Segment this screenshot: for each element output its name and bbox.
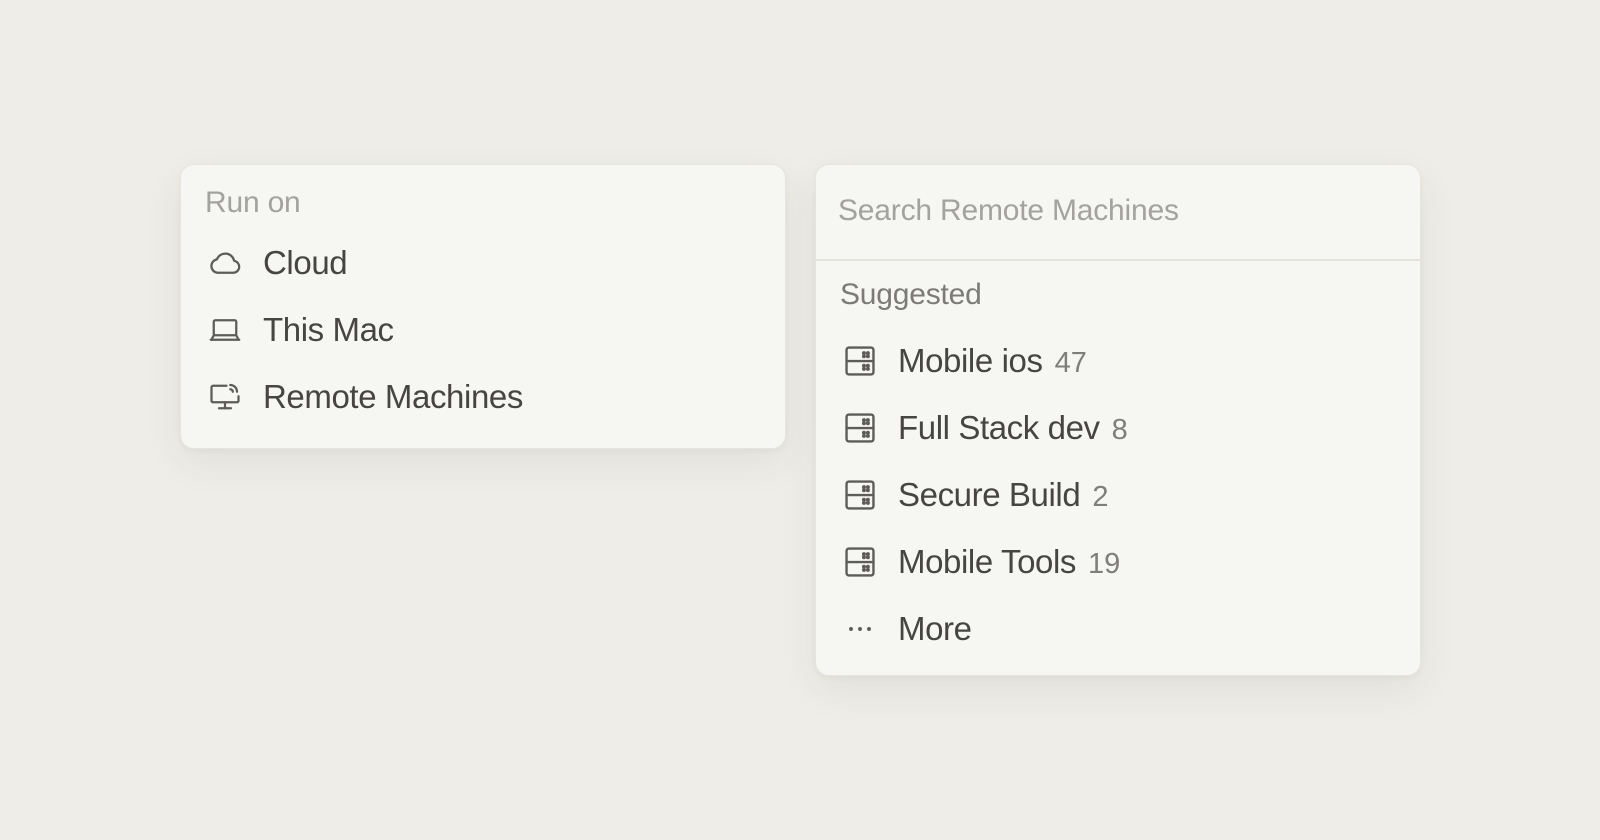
server-icon [840, 341, 880, 381]
machine-name: Mobile Tools [898, 543, 1077, 580]
run-on-menu: Run on Cloud This Mac Remote Machines [180, 164, 786, 449]
remote-machines-menu: Suggested Mobile ios 47 [815, 164, 1421, 676]
server-icon [840, 475, 880, 515]
suggested-header: Suggested [840, 278, 982, 311]
menu-item-cloud[interactable]: Cloud [181, 235, 785, 291]
machine-name: Secure Build [898, 476, 1081, 513]
run-on-header: Run on [205, 186, 301, 219]
machine-count: 47 [1054, 347, 1087, 379]
machine-count: 8 [1111, 414, 1128, 446]
remote-desktop-icon [205, 377, 245, 417]
machine-item-mobile-tools[interactable]: Mobile Tools 19 [816, 534, 1420, 590]
ellipsis-icon [840, 609, 880, 649]
menu-item-label: This Mac [263, 311, 394, 348]
menu-item-label: Cloud [263, 244, 348, 281]
menu-item-remote-machines[interactable]: Remote Machines [181, 369, 785, 425]
machine-name: Full Stack dev [898, 409, 1100, 446]
server-icon [840, 542, 880, 582]
machine-item-secure-build[interactable]: Secure Build 2 [816, 467, 1420, 523]
search-input[interactable] [838, 189, 1378, 233]
machine-item-full-stack-dev[interactable]: Full Stack dev 8 [816, 400, 1420, 456]
machine-item-mobile-ios[interactable]: Mobile ios 47 [816, 333, 1420, 389]
server-icon [840, 408, 880, 448]
search-bar [816, 165, 1420, 261]
menu-item-label: Remote Machines [263, 378, 523, 415]
menu-item-this-mac[interactable]: This Mac [181, 302, 785, 358]
machine-count: 19 [1088, 548, 1121, 580]
machine-name: Mobile ios [898, 342, 1043, 379]
laptop-icon [205, 310, 245, 350]
cloud-icon [205, 243, 245, 283]
more-item[interactable]: More [816, 601, 1420, 657]
machine-count: 2 [1092, 481, 1109, 513]
more-label: More [898, 610, 972, 647]
